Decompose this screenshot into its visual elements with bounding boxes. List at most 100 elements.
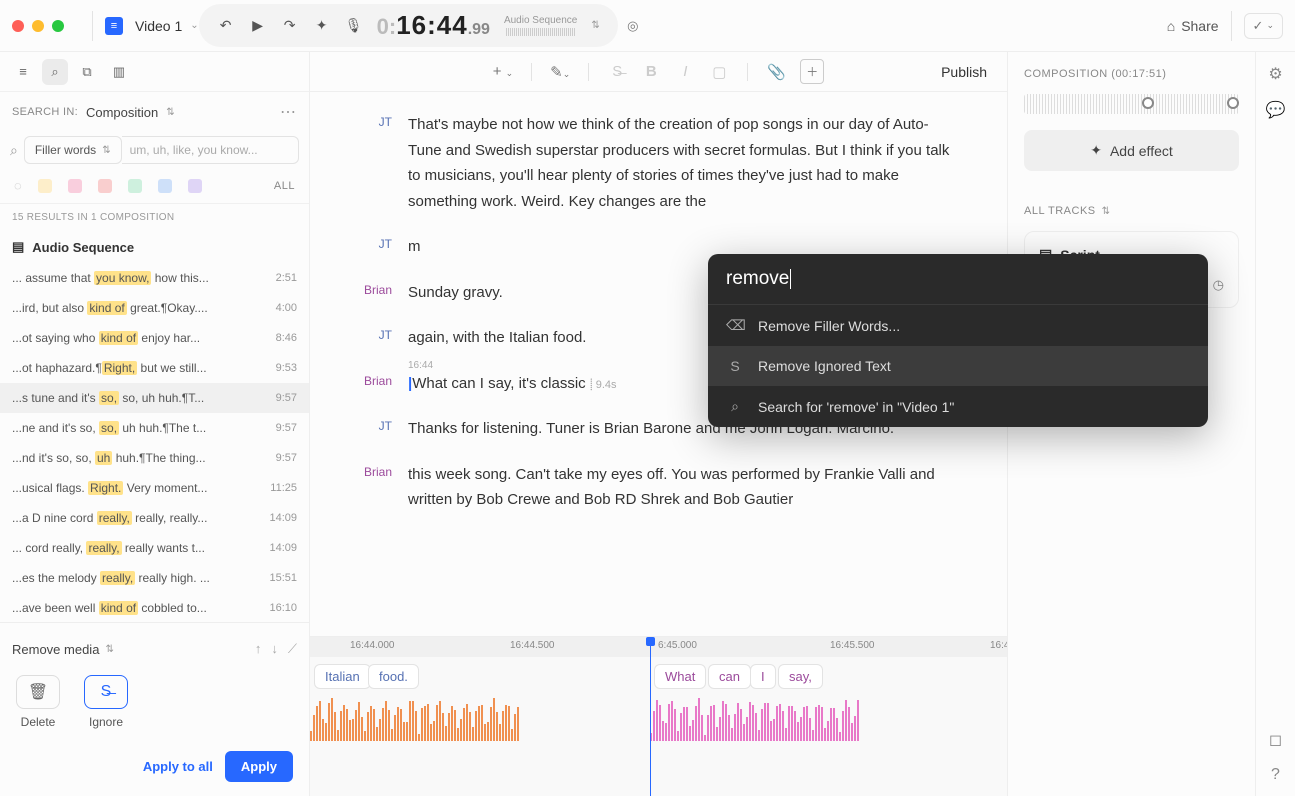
- add-effect-button[interactable]: ✦ Add effect: [1024, 130, 1239, 171]
- project-dropdown-icon[interactable]: ⌄: [190, 20, 198, 31]
- speaker-label[interactable]: Brian: [360, 462, 408, 513]
- color-tag[interactable]: [68, 179, 82, 193]
- search-glyph-icon: ⌕: [10, 142, 18, 159]
- ignore-button[interactable]: S̶ Ignore: [84, 675, 128, 729]
- play-button[interactable]: ▶: [249, 17, 267, 34]
- strikethrough-icon: S̶: [101, 683, 112, 701]
- timeline-tick: 16:45.500: [830, 640, 875, 651]
- share-button[interactable]: ⌂ Share: [1167, 18, 1219, 34]
- timeline-ruler[interactable]: 16:44.00016:44.5006:45.00016:45.50016:46…: [310, 637, 1007, 657]
- attach-button[interactable]: 📎: [766, 63, 786, 81]
- record-mic-button[interactable]: 🎙: [345, 17, 363, 34]
- timeline-word[interactable]: I: [750, 664, 776, 689]
- next-result-icon[interactable]: ↓: [271, 641, 278, 657]
- timeline-word[interactable]: food.: [368, 664, 419, 689]
- tracks-chevron-icon[interactable]: ⇅: [1102, 206, 1111, 217]
- all-colors-button[interactable]: ALL: [274, 180, 295, 192]
- close-window-icon[interactable]: [12, 20, 24, 32]
- project-title[interactable]: Video 1: [135, 18, 182, 34]
- highlight-button[interactable]: ▢: [709, 63, 729, 81]
- tips-lightbulb-icon[interactable]: ◎: [618, 11, 648, 41]
- composition-slider[interactable]: [1024, 94, 1239, 114]
- search-result-item[interactable]: ...a D nine cord really, really, really.…: [0, 503, 309, 533]
- search-result-item[interactable]: ...ne and it's so, so, uh huh.¶The t...9…: [0, 413, 309, 443]
- search-result-item[interactable]: ...es the melody really, really high. ..…: [0, 563, 309, 593]
- library-icon[interactable]: ▥: [106, 59, 132, 85]
- search-result-item[interactable]: ...ot saying who kind of enjoy har...8:4…: [0, 323, 309, 353]
- speaker-label[interactable]: JT: [360, 416, 408, 442]
- copy-icon[interactable]: ⧉: [74, 59, 100, 85]
- add-button[interactable]: + ⌄: [493, 63, 513, 80]
- apply-to-all-button[interactable]: Apply to all: [143, 759, 213, 774]
- search-result-item[interactable]: ...usical flags. Right. Very moment...11…: [0, 473, 309, 503]
- command-item[interactable]: ⌕Search for 'remove' in "Video 1": [708, 386, 1208, 427]
- search-result-item[interactable]: ... assume that you know, how this...2:5…: [0, 263, 309, 293]
- tool-button[interactable]: ✎⌄: [550, 63, 570, 81]
- speaker-label[interactable]: Brian: [360, 371, 408, 397]
- scope-chevron-icon[interactable]: ⇅: [166, 107, 174, 118]
- redo-button[interactable]: ↷: [281, 17, 299, 34]
- sequence-chevron-icon[interactable]: ⇅: [591, 20, 599, 31]
- search-result-item[interactable]: ... cord really, really, really wants t.…: [0, 533, 309, 563]
- bold-button[interactable]: B: [641, 63, 661, 80]
- color-tag[interactable]: [98, 179, 112, 193]
- speaker-label[interactable]: JT: [360, 234, 408, 260]
- filter-input[interactable]: um, uh, like, you know...: [122, 136, 299, 164]
- sequence-header[interactable]: ▤ Audio Sequence: [0, 231, 309, 263]
- speaker-label[interactable]: Brian: [360, 280, 408, 306]
- search-result-item[interactable]: ...nd it's so, so, uh huh.¶The thing...9…: [0, 443, 309, 473]
- settings-sliders-icon[interactable]: ⚙: [1268, 64, 1282, 84]
- timeline-word[interactable]: can: [708, 664, 751, 689]
- all-tracks-label[interactable]: ALL TRACKS: [1024, 205, 1096, 217]
- help-icon[interactable]: ?: [1271, 766, 1280, 784]
- search-result-item[interactable]: ...ot haphazard.¶Right, but we still...9…: [0, 353, 309, 383]
- timeline-word[interactable]: Italian: [314, 664, 371, 689]
- search-result-item[interactable]: ...s tune and it's so, so, uh huh.¶T...9…: [0, 383, 309, 413]
- timeline-word[interactable]: What: [654, 664, 706, 689]
- color-tag[interactable]: [188, 179, 202, 193]
- color-tag[interactable]: [128, 179, 142, 193]
- undo-button[interactable]: ↶: [217, 17, 235, 34]
- search-icon[interactable]: ⌕: [42, 59, 68, 85]
- italic-button[interactable]: I: [675, 63, 695, 80]
- color-tag[interactable]: [158, 179, 172, 193]
- filter-chevron-icon[interactable]: ⇅: [102, 145, 110, 156]
- command-item[interactable]: ⌫Remove Filler Words...: [708, 305, 1208, 346]
- window-traffic-lights[interactable]: [12, 20, 64, 32]
- track-clock-icon[interactable]: ◷: [1213, 277, 1224, 293]
- color-tag[interactable]: [38, 179, 52, 193]
- trash-icon: 🗑: [28, 682, 48, 702]
- prev-result-icon[interactable]: ↑: [255, 641, 262, 657]
- transcript-line[interactable]: Brianthis week song. Can't take my eyes …: [360, 462, 957, 513]
- transcript-line[interactable]: JTThat's maybe not how we think of the c…: [360, 112, 957, 214]
- panel-layout-icon[interactable]: ◻: [1269, 730, 1282, 750]
- publish-button[interactable]: Publish: [941, 64, 987, 80]
- strike-all-icon[interactable]: ⟋: [288, 641, 297, 657]
- menu-icon[interactable]: ≡: [10, 59, 36, 85]
- search-result-item[interactable]: ...ird, but also kind of great.¶Okay....…: [0, 293, 309, 323]
- search-result-item[interactable]: ...ave been well kind of cobbled to...16…: [0, 593, 309, 622]
- playhead[interactable]: [650, 637, 651, 796]
- filter-chip[interactable]: Filler words ⇅: [24, 136, 122, 164]
- status-check-button[interactable]: ✓ ⌄: [1244, 13, 1283, 39]
- apply-button[interactable]: Apply: [225, 751, 293, 782]
- remove-media-chevron-icon[interactable]: ⇅: [105, 644, 113, 655]
- magic-button[interactable]: ✦: [313, 17, 331, 34]
- command-item[interactable]: SRemove Ignored Text: [708, 346, 1208, 386]
- command-input[interactable]: remove: [708, 254, 1208, 305]
- remove-media-label[interactable]: Remove media: [12, 642, 99, 657]
- search-scope-value[interactable]: Composition: [86, 105, 158, 120]
- minimize-window-icon[interactable]: [32, 20, 44, 32]
- droplet-icon[interactable]: ◌: [14, 178, 22, 193]
- speaker-label[interactable]: JT: [360, 112, 408, 214]
- speaker-label[interactable]: JT: [360, 325, 408, 351]
- strike-button[interactable]: S̶: [607, 63, 627, 80]
- timeline-word[interactable]: say,: [778, 664, 823, 689]
- search-more-icon[interactable]: ⋯: [280, 102, 297, 122]
- maximize-window-icon[interactable]: [52, 20, 64, 32]
- timeline[interactable]: 16:44.00016:44.5006:45.00016:45.50016:46…: [310, 636, 1007, 796]
- delete-button[interactable]: 🗑 Delete: [16, 675, 60, 729]
- comment-panel-icon[interactable]: 💬: [1266, 100, 1286, 120]
- sequence-label[interactable]: Audio Sequence: [504, 15, 577, 26]
- comment-button[interactable]: ＋: [800, 59, 824, 84]
